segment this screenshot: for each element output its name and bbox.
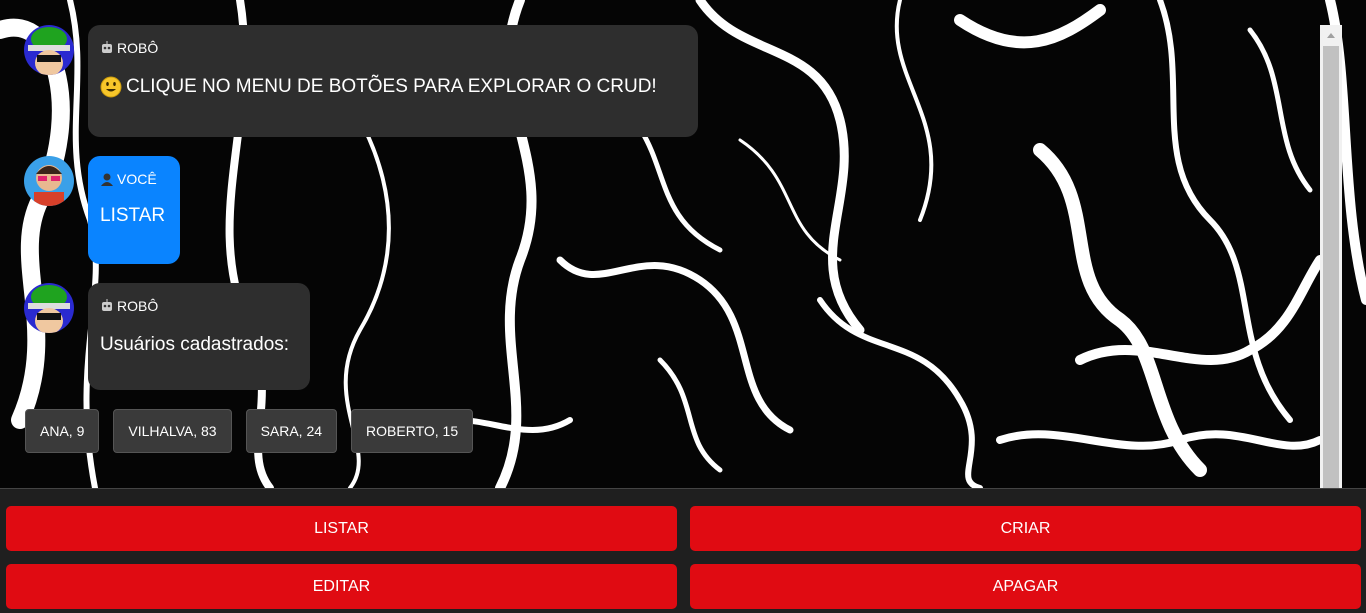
- robot-icon: [102, 299, 112, 311]
- user-chip[interactable]: VILHALVA, 83: [113, 409, 232, 453]
- user-list: ANA, 9 VILHALVA, 83 SARA, 24 ROBERTO, 15: [25, 409, 474, 453]
- create-button[interactable]: CRIAR: [690, 506, 1361, 551]
- chat-message-user: VOCÊ LISTAR: [24, 156, 180, 264]
- scrollbar-thumb[interactable]: [1323, 46, 1339, 488]
- edit-button[interactable]: EDITAR: [6, 564, 677, 609]
- chat-area: ROBÔ CLIQUE NO MENU DE BOTÕES PARA EXPLO…: [0, 0, 1320, 488]
- user-chip[interactable]: SARA, 24: [245, 409, 338, 453]
- sender-name: ROBÔ: [117, 40, 159, 56]
- robot-avatar: [24, 25, 74, 75]
- chat-message-robot: ROBÔ CLIQUE NO MENU DE BOTÕES PARA EXPLO…: [24, 25, 698, 137]
- crud-menu: LISTAR CRIAR EDITAR APAGAR: [0, 488, 1366, 613]
- scroll-up-arrow-icon[interactable]: [1320, 25, 1342, 45]
- delete-button[interactable]: APAGAR: [690, 564, 1361, 609]
- list-button[interactable]: LISTAR: [6, 506, 677, 551]
- message-text: Usuários cadastrados:: [100, 334, 290, 355]
- message-bubble: ROBÔ CLIQUE NO MENU DE BOTÕES PARA EXPLO…: [88, 25, 698, 137]
- message-text: LISTAR: [100, 205, 166, 226]
- message-bubble: ROBÔ Usuários cadastrados:: [88, 283, 310, 390]
- person-icon: [101, 173, 113, 186]
- user-avatar: [24, 156, 74, 206]
- chat-scrollbar[interactable]: [1320, 25, 1342, 488]
- robot-icon: [102, 41, 112, 53]
- chat-message-robot: ROBÔ Usuários cadastrados:: [24, 283, 310, 390]
- message-text: CLIQUE NO MENU DE BOTÕES PARA EXPLORAR O…: [126, 76, 657, 97]
- user-chip[interactable]: ROBERTO, 15: [351, 409, 474, 453]
- message-bubble: VOCÊ LISTAR: [88, 156, 180, 264]
- user-chip[interactable]: ANA, 9: [25, 409, 100, 453]
- grinning-face-icon: [100, 76, 122, 98]
- sender-name: VOCÊ: [117, 171, 157, 187]
- robot-avatar: [24, 283, 74, 333]
- sender-name: ROBÔ: [117, 298, 159, 314]
